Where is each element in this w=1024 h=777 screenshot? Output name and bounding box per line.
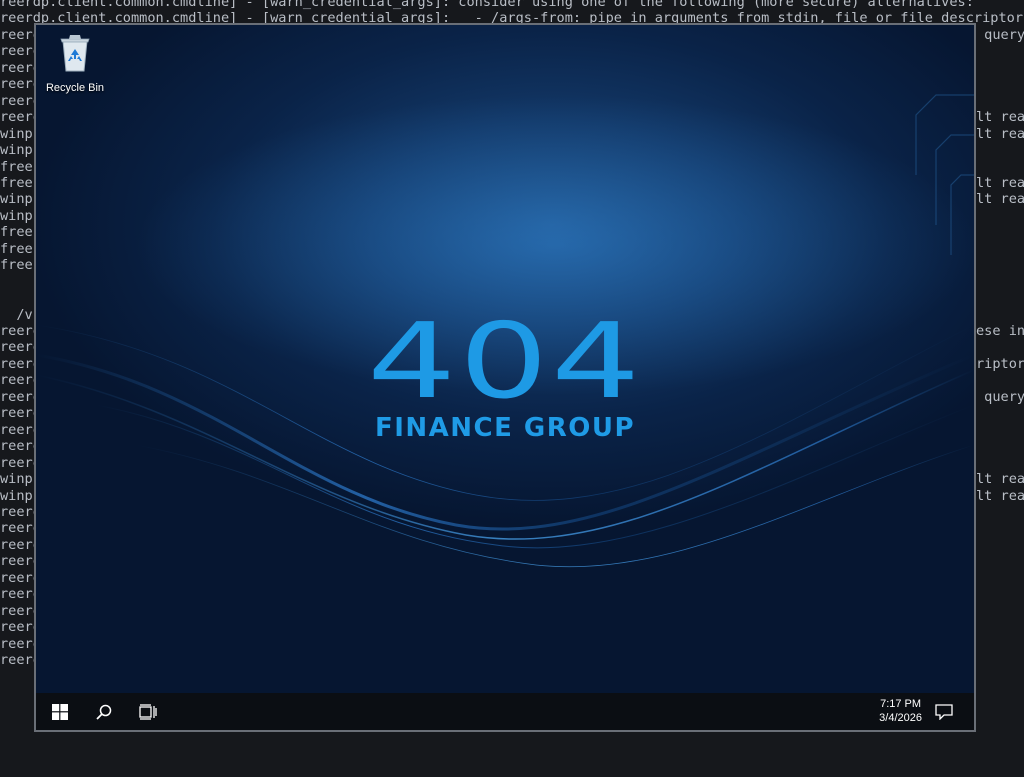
logo-number: 404 xyxy=(366,300,644,422)
taskbar: 7:17 PM 3/4/2026 xyxy=(36,693,974,730)
terminal-line-fragment: query xyxy=(976,388,1024,405)
recycle-bin-icon xyxy=(60,35,90,72)
terminal-line-fragment: riptor xyxy=(976,355,1024,372)
notification-icon xyxy=(935,703,953,720)
terminal-line-fragment: lt rea xyxy=(976,471,1024,488)
search-icon xyxy=(96,704,112,720)
task-view-icon xyxy=(139,703,157,720)
action-center-button[interactable] xyxy=(924,693,964,730)
company-logo: 404 FINANCE GROUP xyxy=(36,300,974,443)
remote-desktop-window[interactable]: Recycle Bin 404 FINANCE GROUP 7:17 PM 3/… xyxy=(34,23,976,732)
recycle-bin-label: Recycle Bin xyxy=(45,82,105,94)
terminal-line: reerdp.client.common.cmdline] - [warn_cr… xyxy=(0,0,974,10)
terminal-line-fragment: lt rea xyxy=(976,125,1024,142)
terminal-line-fragment: query xyxy=(976,26,1024,43)
terminal-line-fragment: lt rea xyxy=(976,109,1024,126)
taskbar-clock[interactable]: 7:17 PM 3/4/2026 xyxy=(879,697,922,725)
terminal-line-fragment: lt rea xyxy=(976,487,1024,504)
task-view-button[interactable] xyxy=(126,693,170,730)
terminal-line-fragment: lt rea xyxy=(976,174,1024,191)
search-button[interactable] xyxy=(82,693,126,730)
start-button[interactable] xyxy=(38,693,82,730)
clock-time: 7:17 PM xyxy=(880,698,922,710)
desktop[interactable]: Recycle Bin 404 FINANCE GROUP xyxy=(36,25,974,693)
clock-date: 3/4/2026 xyxy=(879,712,922,724)
windows-start-icon xyxy=(52,703,68,720)
terminal-line-fragment: ese in xyxy=(976,323,1024,339)
terminal-line-fragment: lt rea xyxy=(976,191,1024,208)
recycle-bin-shortcut[interactable]: Recycle Bin xyxy=(40,33,110,94)
